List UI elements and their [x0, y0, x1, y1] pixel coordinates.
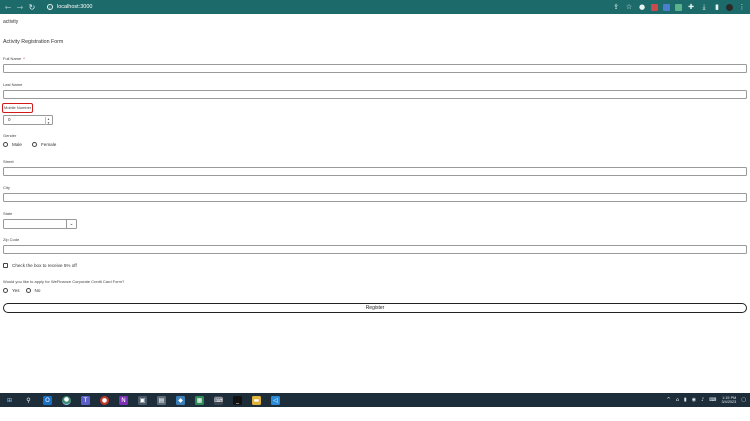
vpn-icon[interactable]: ⌂ — [676, 397, 679, 403]
chrome-profile-icon[interactable]: ● — [100, 395, 109, 405]
chevron-down-icon[interactable]: ⌄ — [66, 220, 76, 229]
mobile-number-label: Mobile Number — [2, 103, 34, 113]
extension-icon[interactable] — [663, 3, 670, 11]
site-info-icon[interactable]: i — [47, 4, 53, 10]
gender-option-label: Female — [40, 142, 57, 147]
mobile-number-input[interactable]: 0 ▲ ▼ — [3, 115, 53, 125]
onenote-icon[interactable]: N — [119, 395, 128, 405]
app-icon[interactable]: ◆ — [176, 395, 185, 405]
terminal-icon[interactable]: ⌨ — [214, 395, 223, 405]
puzzle-icon[interactable]: ✚ — [687, 3, 695, 11]
discount-row: Check the box to receive 5% off — [3, 263, 77, 268]
credit-option-label: No — [34, 288, 41, 293]
cpu-icon[interactable]: ▮ — [684, 397, 687, 403]
system-tray: ^ ⌂ ▮ ◉ ♪ ⌨ 1:15 PM 3/4/2023 ▢ — [667, 393, 746, 407]
share-icon[interactable]: ⇪ — [612, 3, 620, 11]
radio-yes[interactable] — [3, 288, 8, 293]
zip-code-input[interactable] — [3, 245, 747, 254]
screen-bottom — [0, 407, 750, 421]
form-title: Activity Registration Form — [3, 39, 64, 45]
state-label: State — [3, 211, 13, 216]
clock[interactable]: 1:15 PM 3/4/2023 — [721, 396, 736, 405]
arrow-right-icon[interactable]: → — [14, 0, 26, 14]
extension-icon[interactable] — [675, 3, 682, 11]
register-button[interactable]: Register — [3, 303, 747, 313]
browser-actions: ⇪ ☆ ● ✚ ⤓ ▮ ⋮ — [612, 0, 746, 14]
arrow-left-icon[interactable]: ← — [2, 0, 14, 14]
search-icon[interactable]: ⚲ — [24, 396, 33, 405]
app-header — [0, 14, 750, 26]
notification-icon[interactable]: ▢ — [741, 397, 746, 403]
teams-icon[interactable]: T — [81, 395, 90, 405]
location-icon[interactable]: ● — [638, 3, 646, 11]
volume-icon[interactable]: ♪ — [701, 397, 704, 403]
notepad-icon[interactable]: ▤ — [157, 395, 166, 405]
sidebar-icon[interactable]: ▮ — [713, 3, 721, 11]
windows-taskbar: ⊞ ⚲ O ● T ● N ▣ ▤ ◆ ▦ ⌨ _ ▬ ◁ ^ ⌂ ▮ ◉ ♪ … — [0, 393, 750, 407]
zip-code-label: Zip Code — [3, 237, 20, 242]
state-select[interactable]: ⌄ — [3, 219, 77, 229]
wifi-icon[interactable]: ◉ — [692, 397, 696, 403]
address-bar[interactable]: i localhost:3000 — [43, 2, 96, 12]
more-icon[interactable]: ⋮ — [738, 3, 746, 11]
credit-card-question: Would you like to apply for WeFinance Co… — [3, 279, 125, 284]
city-input[interactable] — [3, 193, 747, 202]
street-label: Street — [3, 159, 14, 164]
chrome-icon[interactable]: ● — [62, 395, 71, 405]
outlook-icon[interactable]: O — [43, 395, 52, 405]
folder-icon[interactable]: ▬ — [252, 395, 261, 405]
gender-label: Gender — [3, 133, 17, 138]
page: activity Activity Registration Form Full… — [0, 14, 750, 393]
profile-avatar[interactable] — [726, 3, 733, 11]
browser-toolbar: ← → ↻ i localhost:3000 ⇪ ☆ ● ✚ ⤓ ▮ ⋮ — [0, 0, 750, 14]
radio-male[interactable] — [3, 142, 8, 147]
extension-icon[interactable] — [651, 3, 658, 11]
full-name-label: Full Name * — [3, 56, 25, 61]
last-name-label: Last Name — [3, 82, 23, 87]
radio-female[interactable] — [31, 142, 37, 147]
number-stepper[interactable]: ▲ ▼ — [45, 116, 51, 125]
keyboard-icon[interactable]: ⌨ — [709, 397, 716, 403]
discount-checkbox[interactable] — [3, 263, 8, 268]
console-icon[interactable]: _ — [233, 395, 242, 405]
full-name-input[interactable] — [3, 64, 747, 73]
chevron-up-icon[interactable]: ^ — [667, 397, 671, 403]
credit-options: Yes No — [3, 288, 40, 293]
vscode-icon[interactable]: ◁ — [271, 395, 280, 405]
download-icon[interactable]: ⤓ — [700, 3, 708, 11]
app-title: activity — [3, 19, 19, 25]
last-name-input[interactable] — [3, 90, 747, 99]
radio-no[interactable] — [25, 288, 31, 293]
clock-date: 3/4/2023 — [721, 400, 737, 404]
spreadsheet-icon[interactable]: ▦ — [195, 395, 204, 405]
reload-icon[interactable]: ↻ — [26, 0, 38, 14]
gender-options: Male Female — [3, 142, 56, 147]
mobile-number-value: 0 — [8, 117, 11, 122]
discount-label: Check the box to receive 5% off — [12, 263, 77, 268]
gender-option-label: Male — [12, 142, 22, 147]
street-input[interactable] — [3, 167, 747, 176]
windows-start-icon[interactable]: ⊞ — [5, 396, 14, 405]
url-text: localhost:3000 — [57, 4, 93, 10]
credit-option-label: Yes — [12, 288, 20, 293]
city-label: City — [3, 185, 10, 190]
star-icon[interactable]: ☆ — [625, 3, 633, 11]
app-icon[interactable]: ▣ — [138, 395, 147, 405]
